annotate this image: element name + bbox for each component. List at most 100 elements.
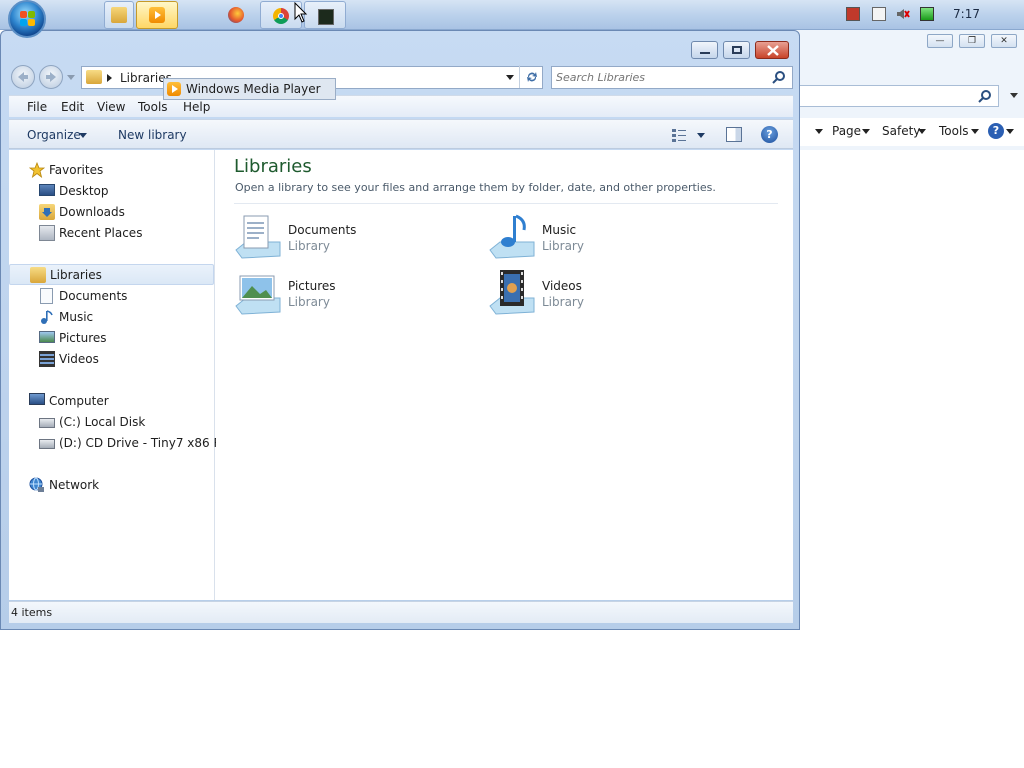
chevron-down-icon[interactable] <box>1009 92 1019 100</box>
refresh-button[interactable] <box>519 65 543 88</box>
start-button[interactable] <box>8 0 46 38</box>
background-browser-content <box>790 150 1024 768</box>
clock[interactable]: 7:17 <box>953 7 980 21</box>
taskbar-terminal-button[interactable] <box>304 1 346 29</box>
view-options-icon[interactable] <box>671 127 687 143</box>
chevron-down-icon[interactable] <box>506 75 514 81</box>
status-bar: 4 items <box>9 601 793 623</box>
menu-view[interactable]: View <box>97 100 125 114</box>
help-icon[interactable]: ? <box>988 123 1004 139</box>
page-menu[interactable]: Page <box>832 124 861 138</box>
bg-restore-button[interactable]: ❐ <box>959 34 985 48</box>
command-bar: Organize New library ? <box>9 119 793 149</box>
preview-pane-icon[interactable] <box>726 127 742 142</box>
window-controls <box>691 41 791 59</box>
chevron-down-icon <box>918 129 926 134</box>
hard-disk-icon <box>39 418 55 428</box>
libraries-folder-icon <box>86 70 102 84</box>
document-tray-icon[interactable] <box>872 7 886 21</box>
page-subtitle: Open a library to see your files and arr… <box>235 181 716 194</box>
nav-music[interactable]: Music <box>39 307 209 327</box>
bg-search-field[interactable] <box>791 85 999 107</box>
forward-button[interactable] <box>39 65 63 89</box>
network-tray-icon[interactable] <box>846 7 860 21</box>
taskbar-media-player-button[interactable] <box>136 1 178 29</box>
item-count: 4 items <box>11 606 53 619</box>
library-tile-music[interactable]: Music Library <box>488 212 728 262</box>
battery-icon[interactable] <box>920 7 934 21</box>
content-pane: Libraries Open a library to see your fil… <box>216 150 793 600</box>
safety-menu[interactable]: Safety <box>882 124 920 138</box>
nav-network[interactable]: Network <box>29 475 209 495</box>
nav-downloads[interactable]: Downloads <box>39 202 209 222</box>
navigation-row: Libraries <box>9 65 793 91</box>
documents-library-icon <box>235 215 281 259</box>
nav-documents[interactable]: Documents <box>39 286 209 306</box>
new-library-button[interactable]: New library <box>118 128 187 142</box>
nav-favorites[interactable]: Favorites <box>29 160 209 180</box>
nav-local-disk[interactable]: (C:) Local Disk <box>39 412 215 432</box>
divider <box>234 203 778 204</box>
cd-drive-icon <box>39 439 55 449</box>
chrome-icon <box>273 8 289 24</box>
music-note-icon <box>41 310 53 324</box>
nav-cd-drive[interactable]: (D:) CD Drive - Tiny7 x86 R1 <box>39 433 229 453</box>
bg-command-bar: Page Safety Tools ? <box>791 118 1024 146</box>
taskbar: 7:17 <box>0 0 1024 38</box>
bg-minimize-button[interactable]: — <box>927 34 953 48</box>
library-tile-pictures[interactable]: Pictures Library <box>234 268 474 318</box>
minimize-button[interactable] <box>691 41 718 59</box>
organize-button[interactable]: Organize <box>27 128 81 142</box>
library-tile-videos[interactable]: Videos Library <box>488 268 728 318</box>
pane-area: Favorites Desktop Downloads Recent Place… <box>9 150 793 600</box>
back-button[interactable] <box>11 65 35 89</box>
tools-menu[interactable]: Tools <box>939 124 969 138</box>
nav-desktop[interactable]: Desktop <box>39 181 209 201</box>
bg-close-button[interactable]: ✕ <box>991 34 1017 48</box>
folder-icon <box>111 7 127 23</box>
computer-icon <box>29 393 45 405</box>
nav-libraries[interactable]: Libraries <box>9 264 214 285</box>
mouse-cursor-icon <box>294 2 308 23</box>
chevron-down-icon <box>1006 129 1014 134</box>
windows-flag-icon <box>20 11 36 27</box>
videos-icon <box>39 351 55 367</box>
help-icon[interactable]: ? <box>761 126 778 143</box>
menu-edit[interactable]: Edit <box>61 100 84 114</box>
arrow-right-icon <box>46 72 56 82</box>
arrow-left-icon <box>18 72 28 82</box>
search-icon[interactable] <box>772 71 786 85</box>
nav-videos[interactable]: Videos <box>39 349 209 369</box>
terminal-icon <box>318 9 334 25</box>
menu-file[interactable]: File <box>27 100 47 114</box>
nav-recent-places[interactable]: Recent Places <box>39 223 209 243</box>
taskbar-firefox-button[interactable] <box>222 1 250 29</box>
chevron-down-icon[interactable] <box>815 129 823 135</box>
chevron-down-icon[interactable] <box>697 133 705 139</box>
chevron-down-icon <box>862 129 870 134</box>
media-player-icon <box>149 7 165 23</box>
refresh-icon <box>527 72 537 82</box>
navigation-pane: Favorites Desktop Downloads Recent Place… <box>9 150 229 600</box>
libraries-icon <box>30 267 46 283</box>
music-library-icon <box>489 214 535 259</box>
menu-tools[interactable]: Tools <box>138 100 168 114</box>
menu-help[interactable]: Help <box>183 100 210 114</box>
maximize-button[interactable] <box>723 41 750 59</box>
nav-pictures[interactable]: Pictures <box>39 328 209 348</box>
documents-icon <box>40 288 53 304</box>
search-input[interactable] <box>556 69 766 86</box>
close-button[interactable] <box>755 41 789 59</box>
library-tile-documents[interactable]: Documents Library <box>234 212 474 262</box>
firefox-icon <box>228 7 244 23</box>
pictures-library-icon <box>235 275 281 315</box>
search-box[interactable] <box>551 66 793 89</box>
chevron-down-icon <box>79 133 87 138</box>
taskbar-explorer-button[interactable] <box>104 1 134 29</box>
menu-bar: File Edit View Tools Help <box>9 95 793 117</box>
nav-computer[interactable]: Computer <box>29 391 209 411</box>
recent-pages-chevron-icon[interactable] <box>67 75 75 81</box>
volume-muted-icon[interactable] <box>896 7 910 21</box>
desktop-icon <box>39 184 55 196</box>
explorer-window: Libraries Windows Media Player File Edit… <box>0 30 800 630</box>
